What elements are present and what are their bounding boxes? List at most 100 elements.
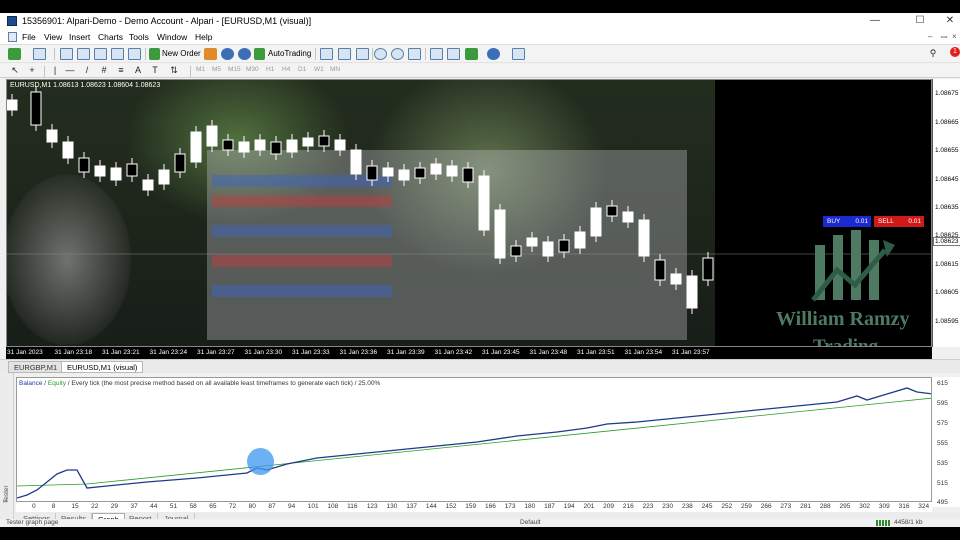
autoscroll-icon[interactable]	[447, 48, 460, 60]
time-tick: 31 Jan 23:51	[577, 349, 615, 356]
close-button[interactable]: ✕	[943, 15, 957, 27]
metaeditor-icon[interactable]	[204, 48, 217, 60]
timeframe-h4[interactable]: H4	[282, 66, 290, 73]
minimize-button[interactable]: —	[868, 15, 882, 27]
menu-insert[interactable]: Insert	[69, 32, 90, 42]
menu-window[interactable]: Window	[157, 32, 187, 42]
arrows-icon[interactable]: ⇅	[168, 65, 180, 76]
profiles-icon[interactable]	[33, 48, 46, 60]
candle-body	[542, 241, 554, 257]
data-window-icon[interactable]	[77, 48, 90, 60]
graph-x-tick: 65	[209, 503, 217, 510]
time-tick: 31 Jan 23:39	[387, 349, 425, 356]
graph-x-tick: 209	[603, 503, 615, 510]
candlesticks-icon[interactable]	[338, 48, 351, 60]
maximize-button[interactable]: ☐	[913, 15, 927, 27]
new-order-icon[interactable]	[149, 48, 160, 60]
time-tick: 31 Jan 23:42	[434, 349, 473, 356]
candle-body	[238, 141, 250, 153]
text-icon[interactable]: A	[132, 65, 144, 76]
new-order-button[interactable]: New Order	[162, 49, 201, 58]
timeframe-w1[interactable]: W1	[314, 66, 324, 73]
price-chart[interactable]: EURUSD,M1 1.08613 1.08623 1.08604 1.0862…	[6, 79, 932, 347]
tab-eurusd-visual[interactable]: EURUSD,M1 (visual)	[61, 361, 144, 373]
timeframe-m15[interactable]: M15	[228, 66, 241, 73]
connection-bars-icon	[876, 520, 890, 526]
horizontal-line-icon[interactable]: —	[64, 65, 76, 76]
terminal-window: 15356901: Alpari-Demo - Demo Account - A…	[0, 13, 960, 527]
graph-x-tick: 29	[110, 503, 119, 510]
graph-x-tick: 230	[662, 503, 674, 510]
candle-body	[334, 139, 346, 151]
candle-body	[478, 175, 490, 231]
bar-chart-icon[interactable]	[320, 48, 333, 60]
strategy-tester-icon[interactable]	[128, 48, 141, 60]
menu-tools[interactable]: Tools	[129, 32, 149, 42]
terminal-icon[interactable]	[111, 48, 124, 60]
tester-panel-label: Tester	[3, 485, 10, 503]
timeframe-m1[interactable]: M1	[196, 66, 205, 73]
timeframe-m30[interactable]: M30	[246, 66, 259, 73]
timeframe-m5[interactable]: M5	[212, 66, 221, 73]
status-bar: Tester graph page Default 4458/1 kb	[0, 519, 960, 527]
candle-body	[670, 273, 682, 285]
fibonacci-icon[interactable]: ≡	[115, 65, 127, 76]
tab-eurgbp[interactable]: EURGBP,M1	[8, 361, 64, 373]
time-tick: 31 Jan 23:45	[482, 349, 520, 356]
tile-windows-icon[interactable]	[408, 48, 421, 60]
menu-charts[interactable]: Charts	[98, 32, 123, 42]
graph-x-tick: 194	[563, 503, 575, 510]
channel-icon[interactable]: #	[98, 65, 110, 76]
periods-icon[interactable]	[487, 48, 500, 60]
search-icon[interactable]: ⚲	[927, 48, 939, 59]
legend-model-description: / Every tick (the most precise method ba…	[66, 380, 381, 387]
navigator-icon[interactable]	[94, 48, 107, 60]
templates-icon[interactable]	[512, 48, 525, 60]
standard-toolbar: New Order AutoTrading ⚲ 1	[0, 44, 960, 62]
graph-x-tick: 295	[839, 503, 851, 510]
graph-x-tick: 259	[741, 503, 752, 510]
menu-help[interactable]: Help	[195, 32, 212, 42]
cursor-icon[interactable]: ↖	[9, 65, 21, 76]
trendline-icon[interactable]: /	[81, 65, 93, 76]
child-close-button[interactable]: ×	[952, 32, 957, 41]
graph-x-tick: 302	[859, 503, 871, 510]
window-title: 15356901: Alpari-Demo - Demo Account - A…	[22, 16, 312, 26]
graph-x-axis: 0 8 15 22 29 37 44 51 58 65 72 80 87 94 101 108 116 123 13…	[16, 502, 932, 512]
signals-icon[interactable]	[221, 48, 234, 60]
time-tick: 31 Jan 2023	[7, 349, 43, 356]
vertical-line-icon[interactable]: |	[49, 65, 61, 76]
autotrading-icon[interactable]	[254, 48, 265, 60]
timeframe-d1[interactable]: D1	[298, 66, 306, 73]
candle-body	[590, 207, 602, 237]
line-chart-icon[interactable]	[356, 48, 369, 60]
child-restore-button[interactable]: –	[928, 32, 932, 41]
menu-file[interactable]: File	[22, 32, 36, 42]
time-tick: 31 Jan 23:30	[244, 349, 283, 356]
menu-view[interactable]: View	[44, 32, 62, 42]
graph-x-tick: 15	[71, 503, 79, 510]
child-pin-button[interactable]: ꟷ	[941, 32, 948, 43]
candle-body	[142, 179, 154, 191]
indicators-icon[interactable]	[465, 48, 478, 60]
graph-x-tick: 180	[524, 503, 536, 510]
market-watch-icon[interactable]	[60, 48, 73, 60]
new-chart-icon[interactable]	[8, 48, 21, 60]
notification-badge[interactable]: 1	[950, 47, 960, 57]
zoom-out-icon[interactable]	[391, 48, 404, 60]
zoom-in-icon[interactable]	[374, 48, 387, 60]
price-tick: 1.08665	[935, 119, 959, 126]
candle-body	[350, 149, 362, 175]
label-icon[interactable]: T	[149, 65, 161, 76]
price-tick: 1.08615	[935, 261, 959, 268]
crosshair-icon[interactable]: +	[26, 65, 38, 76]
tester-side-panel: × Tester	[0, 373, 14, 525]
autotrading-button[interactable]: AutoTrading	[268, 49, 311, 58]
graph-x-tick: 288	[819, 503, 831, 510]
candle-body	[222, 139, 234, 151]
chart-shift-icon[interactable]	[430, 48, 443, 60]
timeframe-h1[interactable]: H1	[266, 66, 274, 73]
timeframe-mn[interactable]: MN	[330, 66, 340, 73]
graph-x-tick: 123	[366, 503, 378, 510]
market-icon[interactable]	[238, 48, 251, 60]
